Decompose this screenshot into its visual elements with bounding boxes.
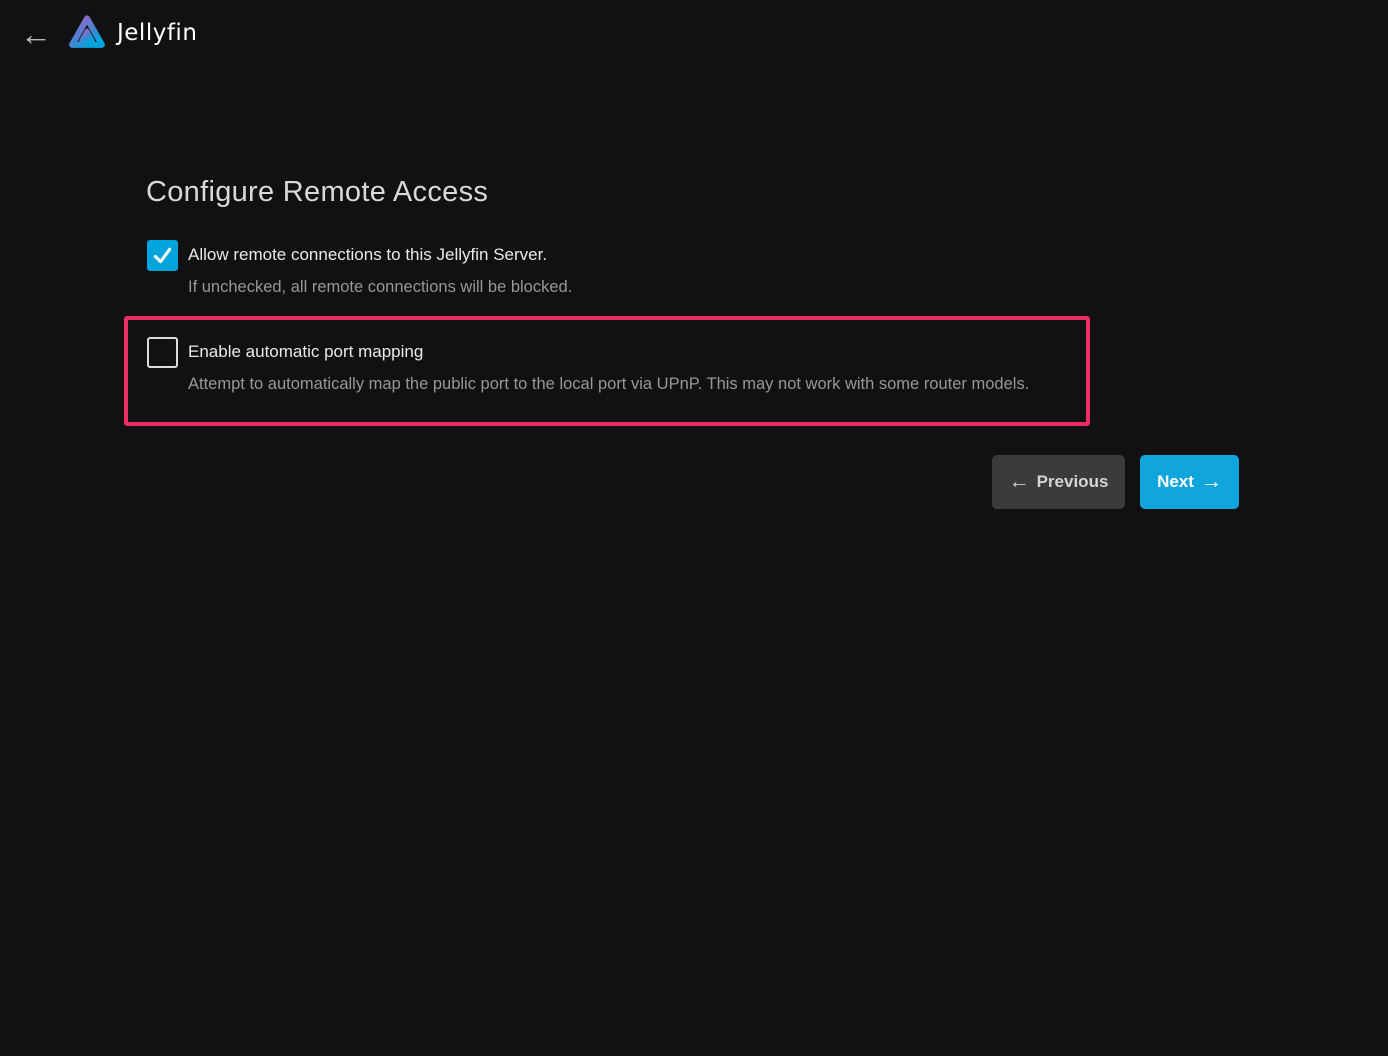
app-name: Jellyfin xyxy=(117,20,197,46)
arrow-right-icon: → xyxy=(1201,471,1222,492)
option-allow-remote-connections: Allow remote connections to this Jellyfi… xyxy=(147,240,572,298)
enable-port-mapping-checkbox[interactable] xyxy=(147,337,178,368)
page-title: Configure Remote Access xyxy=(146,176,488,209)
option-label[interactable]: Allow remote connections to this Jellyfi… xyxy=(188,243,572,266)
next-button-label: Next xyxy=(1157,472,1194,492)
option-texts: Enable automatic port mapping Attempt to… xyxy=(188,337,1029,395)
previous-button-label: Previous xyxy=(1037,472,1109,492)
next-button[interactable]: Next → xyxy=(1140,455,1239,509)
back-arrow-icon: ← xyxy=(20,18,52,50)
setup-wizard-page: ← Jellyfin Configure Remote Access xyxy=(0,0,1388,1056)
jellyfin-logo-icon xyxy=(66,9,108,56)
option-description: Attempt to automatically map the public … xyxy=(188,373,1029,395)
jellyfin-logo: Jellyfin xyxy=(66,9,197,56)
back-button[interactable]: ← xyxy=(16,14,56,54)
arrow-left-icon: ← xyxy=(1009,471,1030,492)
previous-button[interactable]: ← Previous xyxy=(992,455,1125,509)
checkmark-icon xyxy=(152,245,173,266)
option-label[interactable]: Enable automatic port mapping xyxy=(188,340,1029,363)
option-description: If unchecked, all remote connections wil… xyxy=(188,276,572,298)
allow-remote-connections-checkbox[interactable] xyxy=(147,240,178,271)
option-enable-port-mapping: Enable automatic port mapping Attempt to… xyxy=(147,337,1029,395)
option-texts: Allow remote connections to this Jellyfi… xyxy=(188,240,572,298)
highlight-annotation-box: Enable automatic port mapping Attempt to… xyxy=(124,316,1090,426)
header: ← Jellyfin xyxy=(0,0,1388,66)
